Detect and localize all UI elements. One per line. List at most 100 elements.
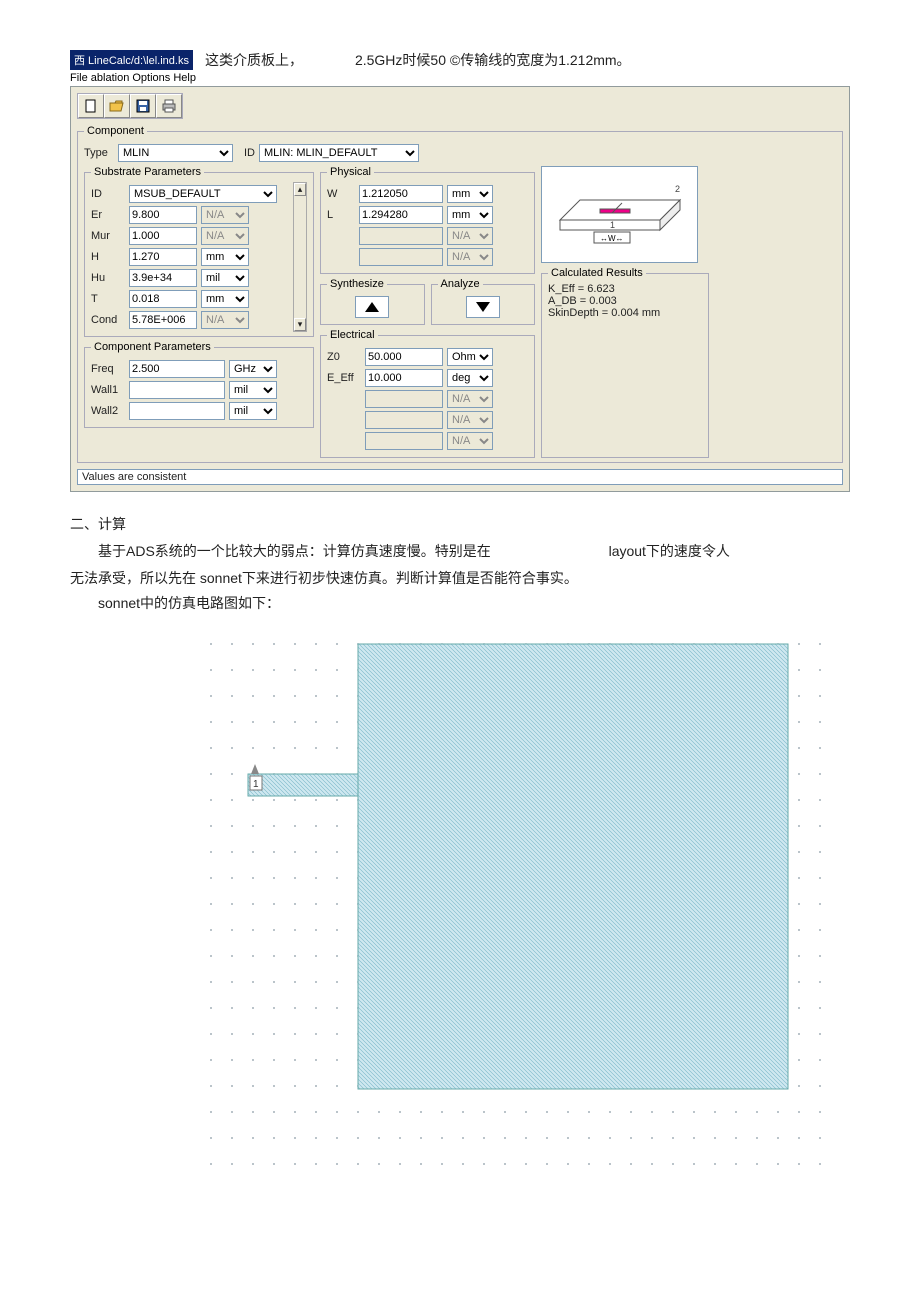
param-input[interactable] (129, 269, 197, 287)
param-input (365, 411, 443, 429)
status-bar: Values are consistent (77, 469, 843, 485)
window-titlebar: 西 LineCalc/d:\lel.ind.ks (70, 50, 193, 70)
unit-select[interactable]: mil (229, 381, 277, 399)
toolbar (77, 93, 183, 119)
paragraph: 基于ADS系统的一个比较大的弱点：计算仿真速度慢。特别是在 layout下的速度… (70, 540, 850, 562)
param-input[interactable] (359, 206, 443, 224)
unit-select: N/A (201, 206, 249, 224)
paragraph: 无法承受，所以先在 sonnet下来进行初步快速仿真。判断计算值是否能符合事实。 (70, 568, 850, 588)
paragraph: sonnet中的仿真电路图如下： (70, 592, 850, 614)
param-label: Hu (91, 272, 125, 284)
synthesize-group: Synthesize (320, 278, 425, 325)
unit-select[interactable]: GHz (229, 360, 277, 378)
param-input (365, 390, 443, 408)
unit-select: N/A (447, 411, 493, 429)
param-label: Wall2 (91, 405, 125, 417)
param-input (359, 227, 443, 245)
unit-select: N/A (447, 227, 493, 245)
param-label: Z0 (327, 351, 361, 363)
caption-text-1: 这类介质板上， (205, 50, 303, 70)
param-input[interactable] (359, 185, 443, 203)
substrate-group: Substrate Parameters ID MSUB_DEFAULT Er … (84, 166, 314, 337)
param-input[interactable] (129, 248, 197, 266)
param-input[interactable] (365, 348, 443, 366)
sub-id-select[interactable]: MSUB_DEFAULT (129, 185, 277, 203)
param-input (365, 432, 443, 450)
sub-id-label: ID (91, 188, 125, 200)
result-line: SkinDepth = 0.004 mm (548, 307, 702, 319)
type-label: Type (84, 147, 114, 159)
param-input (359, 248, 443, 266)
unit-select[interactable]: mil (201, 269, 249, 287)
param-label: Cond (91, 314, 125, 326)
param-label: T (91, 293, 125, 305)
svg-text:2: 2 (675, 184, 680, 194)
param-label: W (327, 188, 355, 200)
param-input[interactable] (129, 360, 225, 378)
synthesize-button[interactable] (355, 296, 389, 318)
substrate-legend: Substrate Parameters (91, 166, 204, 178)
substrate-scrollbar[interactable]: ▴ ▾ (293, 182, 307, 332)
results-group: Calculated Results K_Eff = 6.623 A_DB = … (541, 267, 709, 458)
analyze-legend: Analyze (438, 278, 483, 290)
comp-params-legend: Component Parameters (91, 341, 214, 353)
unit-select[interactable]: mm (447, 185, 493, 203)
scroll-up-icon[interactable]: ▴ (294, 183, 306, 196)
unit-select[interactable]: mm (447, 206, 493, 224)
unit-select: N/A (447, 432, 493, 450)
param-label: H (91, 251, 125, 263)
analyze-group: Analyze (431, 278, 536, 325)
unit-select: N/A (201, 311, 249, 329)
id-label: ID (237, 147, 255, 159)
analyze-button[interactable] (466, 296, 500, 318)
param-input[interactable] (129, 227, 197, 245)
result-line: A_DB = 0.003 (548, 295, 702, 307)
param-label: Er (91, 209, 125, 221)
unit-select: N/A (447, 248, 493, 266)
synthesize-legend: Synthesize (327, 278, 387, 290)
param-input[interactable] (129, 290, 197, 308)
menubar[interactable]: File ablation Options Help (70, 70, 850, 86)
linecalc-window: Component Type MLIN ID MLIN: MLIN_DEFAUL… (70, 86, 850, 492)
type-select[interactable]: MLIN (118, 144, 233, 162)
unit-select[interactable]: deg (447, 369, 493, 387)
unit-select[interactable]: mil (229, 402, 277, 420)
triangle-up-icon (365, 302, 379, 312)
unit-select: N/A (201, 227, 249, 245)
component-group: Component Type MLIN ID MLIN: MLIN_DEFAUL… (77, 125, 843, 463)
svg-text:1: 1 (610, 220, 615, 230)
new-button[interactable] (78, 94, 104, 118)
unit-select: N/A (447, 390, 493, 408)
section-heading: 二、计算 (70, 514, 850, 534)
param-input[interactable] (365, 369, 443, 387)
param-input[interactable] (129, 381, 225, 399)
svg-text:↔W↔: ↔W↔ (600, 234, 624, 243)
result-line: K_Eff = 6.623 (548, 283, 702, 295)
substrate-diagram: 2 1 ↔W↔ (541, 166, 698, 263)
param-label: Wall1 (91, 384, 125, 396)
param-label: L (327, 209, 355, 221)
electrical-legend: Electrical (327, 329, 378, 341)
save-button[interactable] (130, 94, 156, 118)
unit-select[interactable]: mm (201, 248, 249, 266)
scroll-down-icon[interactable]: ▾ (294, 318, 306, 331)
param-label: Freq (91, 363, 125, 375)
print-button[interactable] (156, 94, 182, 118)
physical-group: Physical W mm L mm N/A N/A (320, 166, 535, 274)
unit-select[interactable]: mm (201, 290, 249, 308)
triangle-down-icon (476, 302, 490, 312)
open-button[interactable] (104, 94, 130, 118)
physical-legend: Physical (327, 166, 374, 178)
caption-text-2: 2.5GHz时候50 ©传输线的宽度为1.212mm。 (355, 50, 631, 70)
param-input[interactable] (129, 206, 197, 224)
param-input[interactable] (129, 402, 225, 420)
param-input[interactable] (129, 311, 197, 329)
comp-params-group: Component Parameters Freq GHz Wall1 mil … (84, 341, 314, 428)
sonnet-diagram: 1 (192, 625, 850, 1202)
param-label: Mur (91, 230, 125, 242)
id-select[interactable]: MLIN: MLIN_DEFAULT (259, 144, 419, 162)
results-legend: Calculated Results (548, 267, 646, 279)
param-label: E_Eff (327, 372, 361, 384)
electrical-group: Electrical Z0 Ohm E_Eff deg N/A N/A N/A (320, 329, 535, 458)
unit-select[interactable]: Ohm (447, 348, 493, 366)
